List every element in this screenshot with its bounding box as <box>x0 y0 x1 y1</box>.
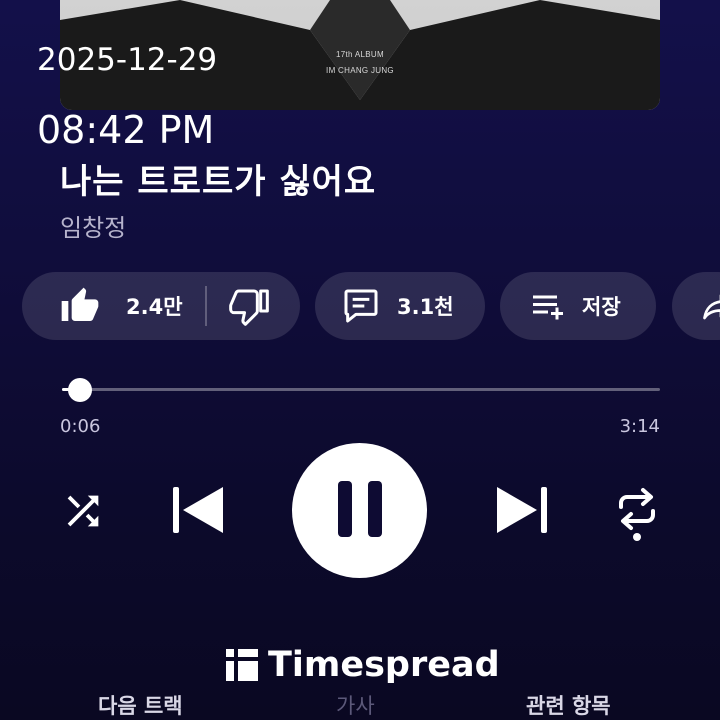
song-title: 나는 트로트가 싫어요 <box>60 162 377 202</box>
comment-button[interactable]: 3.1천 <box>315 272 485 340</box>
like-button[interactable]: 2.4만 <box>60 286 183 326</box>
share-icon <box>698 288 720 324</box>
repeat-icon <box>613 485 661 547</box>
previous-button[interactable] <box>166 484 228 540</box>
total-time: 3:14 <box>619 416 660 437</box>
timespread-logo-icon <box>226 649 258 681</box>
save-label: 저장 <box>582 295 621 319</box>
tab-lyrics[interactable]: 가사 <box>336 690 375 720</box>
elapsed-time: 0:06 <box>60 416 101 437</box>
watermark: Timespread <box>226 645 500 685</box>
watermark-text: Timespread <box>268 645 500 685</box>
thumbs-down-icon <box>228 286 269 326</box>
artist-name[interactable]: 임창정 <box>60 208 126 243</box>
overlay-time: 08:42 PM <box>37 108 215 152</box>
progress-bar[interactable] <box>62 378 660 402</box>
tab-related[interactable]: 관련 항목 <box>526 690 611 720</box>
pause-button[interactable] <box>292 443 427 578</box>
dislike-button[interactable] <box>228 286 269 326</box>
like-count: 2.4만 <box>126 295 183 319</box>
next-button[interactable] <box>492 484 554 540</box>
comment-count: 3.1천 <box>397 295 454 319</box>
like-dislike-chip: 2.4만 <box>22 272 300 340</box>
repeat-button[interactable] <box>612 486 662 546</box>
pause-icon <box>336 479 384 543</box>
progress-thumb[interactable] <box>67 378 92 402</box>
playlist-add-icon <box>528 288 568 324</box>
comment-icon <box>339 286 383 326</box>
skip-next-icon <box>493 483 553 541</box>
shuffle-icon <box>60 488 106 538</box>
tab-next-track[interactable]: 다음 트랙 <box>98 690 183 720</box>
share-button[interactable] <box>672 272 720 340</box>
shuffle-button[interactable] <box>58 488 108 538</box>
overlay-date: 2025-12-29 <box>37 42 218 78</box>
chip-divider <box>204 286 207 326</box>
thumbs-up-icon <box>60 286 100 326</box>
save-button[interactable]: 저장 <box>500 272 656 340</box>
skip-previous-icon <box>167 483 227 541</box>
